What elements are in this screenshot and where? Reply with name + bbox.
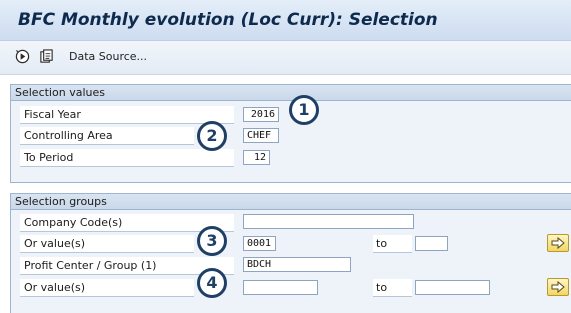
arrow-right-icon (551, 236, 565, 250)
or-values-1-label: Or value(s) (20, 235, 194, 253)
or-values-2-from-field[interactable] (243, 280, 318, 295)
controlling-area-field[interactable]: CHEF (243, 128, 279, 143)
company-code-field[interactable] (243, 214, 414, 229)
execute-icon[interactable] (15, 49, 30, 64)
to-period-label: To Period (20, 149, 234, 167)
or-values-1-to-label: to (373, 235, 412, 253)
selection-groups-header: Selection groups (11, 194, 571, 210)
controlling-area-label: Controlling Area (20, 127, 194, 145)
or-values-2-to-field[interactable] (415, 280, 490, 295)
fiscal-year-label: Fiscal Year (20, 106, 234, 124)
data-source-button[interactable]: Data Source... (69, 50, 147, 63)
or-values-2-to-label: to (373, 279, 412, 297)
page-title: BFC Monthly evolution (Loc Curr): Select… (18, 10, 438, 30)
or-values-2-label: Or value(s) (20, 279, 194, 297)
callout-2: 2 (197, 121, 227, 151)
application-toolbar: Data Source... (0, 41, 571, 75)
or-values-1-from-field[interactable]: 0001 (243, 236, 276, 251)
or-values-1-to-field[interactable] (415, 236, 448, 251)
callout-3: 3 (197, 226, 227, 256)
callout-1: 1 (289, 95, 319, 125)
title-bar: BFC Monthly evolution (Loc Curr): Select… (0, 0, 571, 41)
fiscal-year-field[interactable]: 2016 (243, 107, 279, 122)
to-period-field[interactable]: 12 (243, 150, 270, 165)
multiple-selection-button-1[interactable] (547, 234, 569, 252)
multiple-selection-button-2[interactable] (547, 278, 569, 296)
profit-center-field[interactable]: BDCH (243, 257, 351, 272)
selection-values-header: Selection values (11, 85, 571, 101)
callout-4: 4 (197, 268, 227, 298)
get-variant-icon[interactable] (39, 49, 54, 64)
arrow-right-icon (551, 280, 565, 294)
